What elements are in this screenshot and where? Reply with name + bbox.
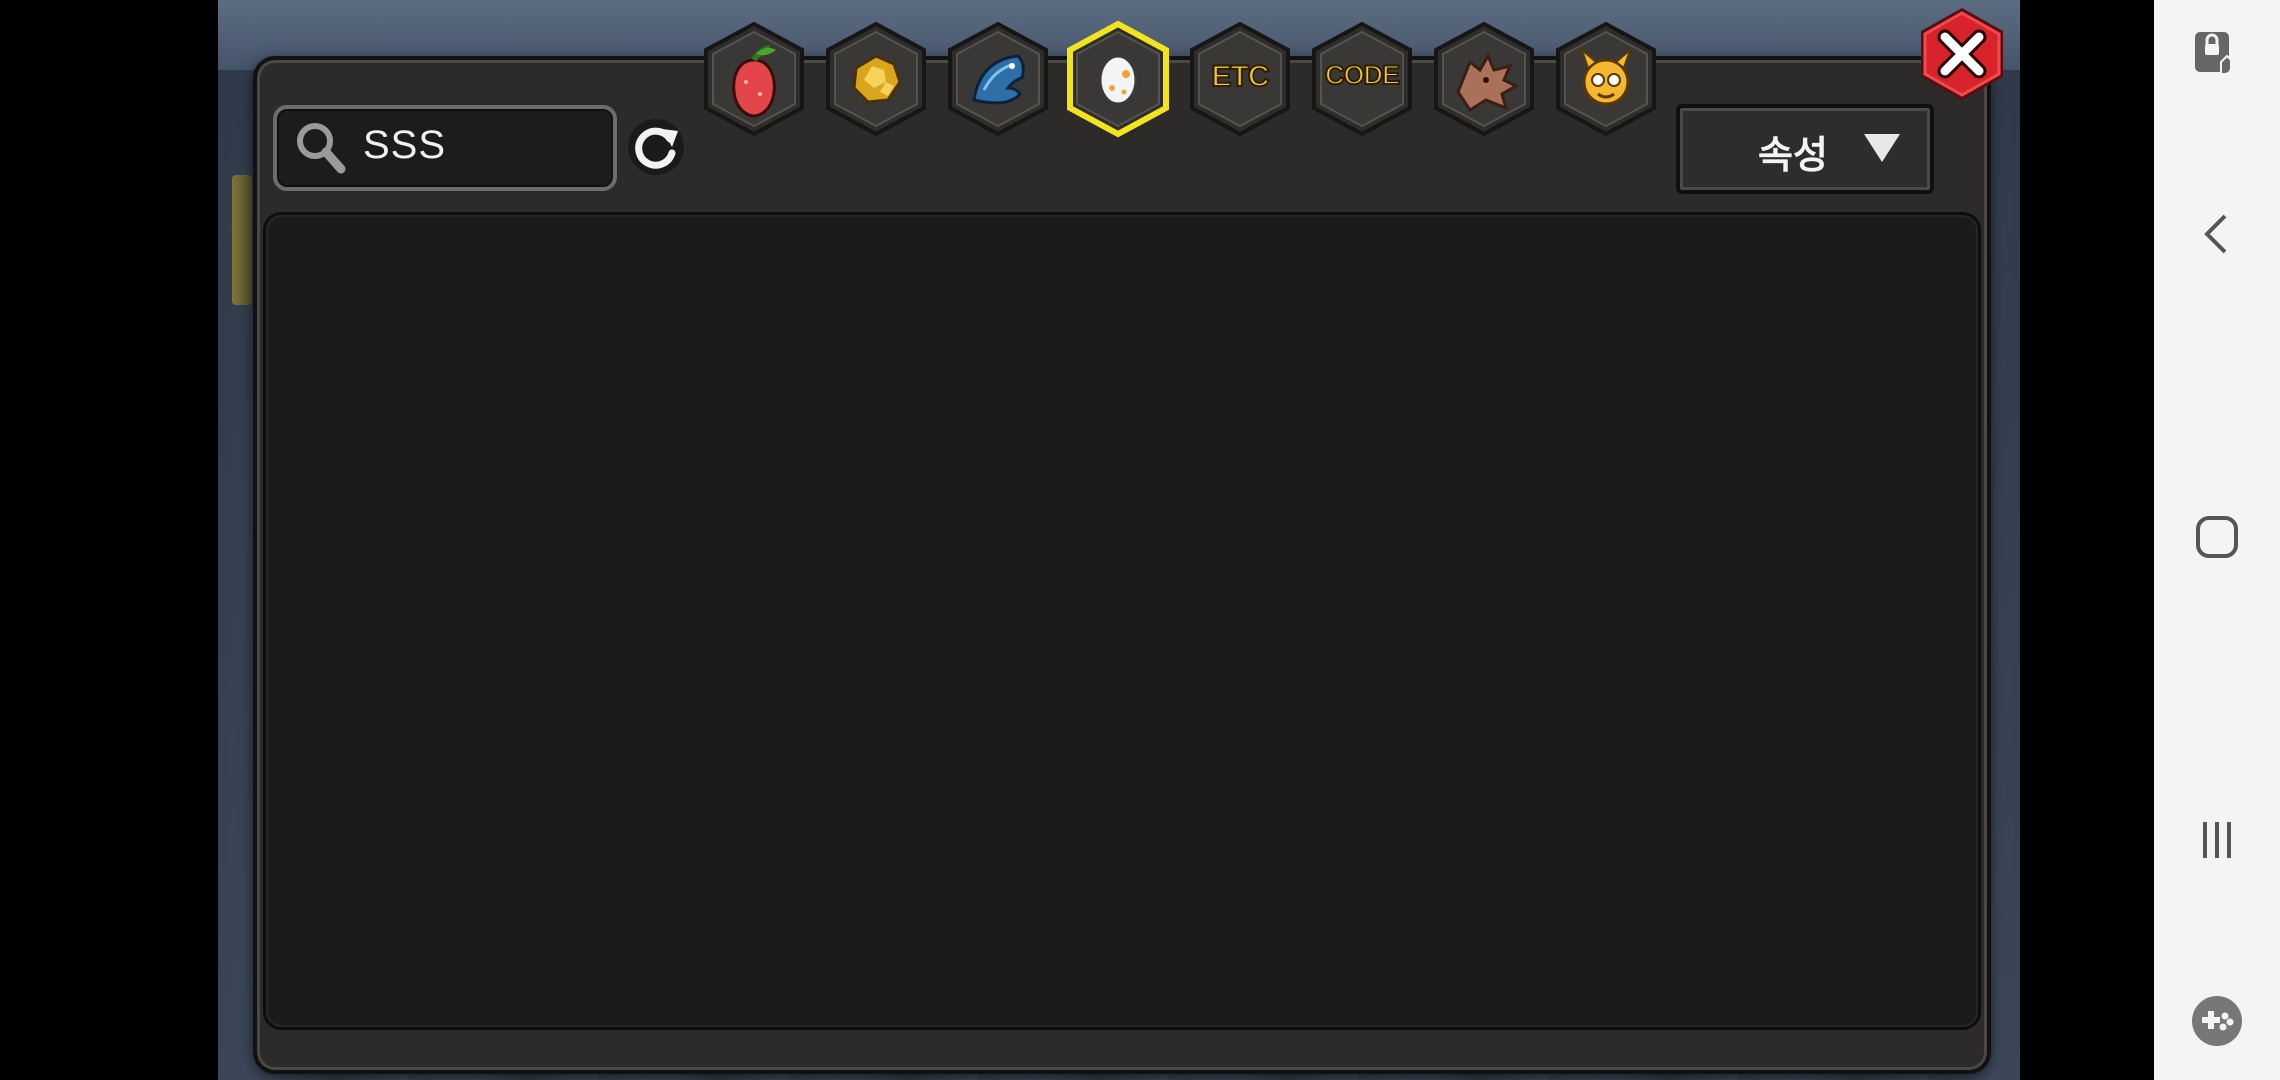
search-icon	[297, 123, 346, 174]
close-button[interactable]	[1912, 4, 2012, 104]
dropdown-label: 속성	[1758, 133, 1828, 177]
tab-code-label: CODE	[1324, 59, 1401, 91]
egg-icon	[1098, 54, 1138, 106]
chevron-down-icon	[1864, 134, 1900, 162]
search-value: SSS	[363, 123, 447, 167]
system-navigation-bar	[2154, 0, 2280, 1080]
tab-egg[interactable]	[1064, 20, 1172, 138]
item-list-area[interactable]	[263, 212, 1981, 1030]
recents-button[interactable]	[2154, 818, 2280, 862]
attribute-dropdown[interactable]: 속성	[1676, 104, 1934, 194]
tab-monster[interactable]	[1552, 20, 1660, 138]
refresh-icon[interactable]	[626, 117, 686, 177]
tab-etc-label: ETC	[1211, 59, 1271, 94]
tab-gold[interactable]	[822, 20, 930, 138]
screen-lock-button[interactable]	[2154, 28, 2280, 84]
tab-code[interactable]: CODE	[1308, 20, 1416, 138]
recents-icon	[2203, 822, 2231, 858]
home-button[interactable]	[2154, 514, 2280, 560]
back-icon	[2204, 214, 2227, 254]
back-button[interactable]	[2154, 212, 2280, 256]
home-icon	[2196, 516, 2238, 558]
game-tools-button[interactable]	[2154, 994, 2280, 1048]
tab-fruit[interactable]	[700, 20, 808, 138]
game-tools-icon	[2192, 996, 2242, 1046]
screen-lock-icon	[2195, 32, 2232, 75]
search-input[interactable]: SSS	[273, 105, 617, 191]
tab-dragon[interactable]	[1430, 20, 1538, 138]
background-element	[232, 175, 252, 305]
tab-wing[interactable]	[944, 20, 1052, 138]
tab-etc[interactable]: ETC	[1186, 20, 1294, 138]
